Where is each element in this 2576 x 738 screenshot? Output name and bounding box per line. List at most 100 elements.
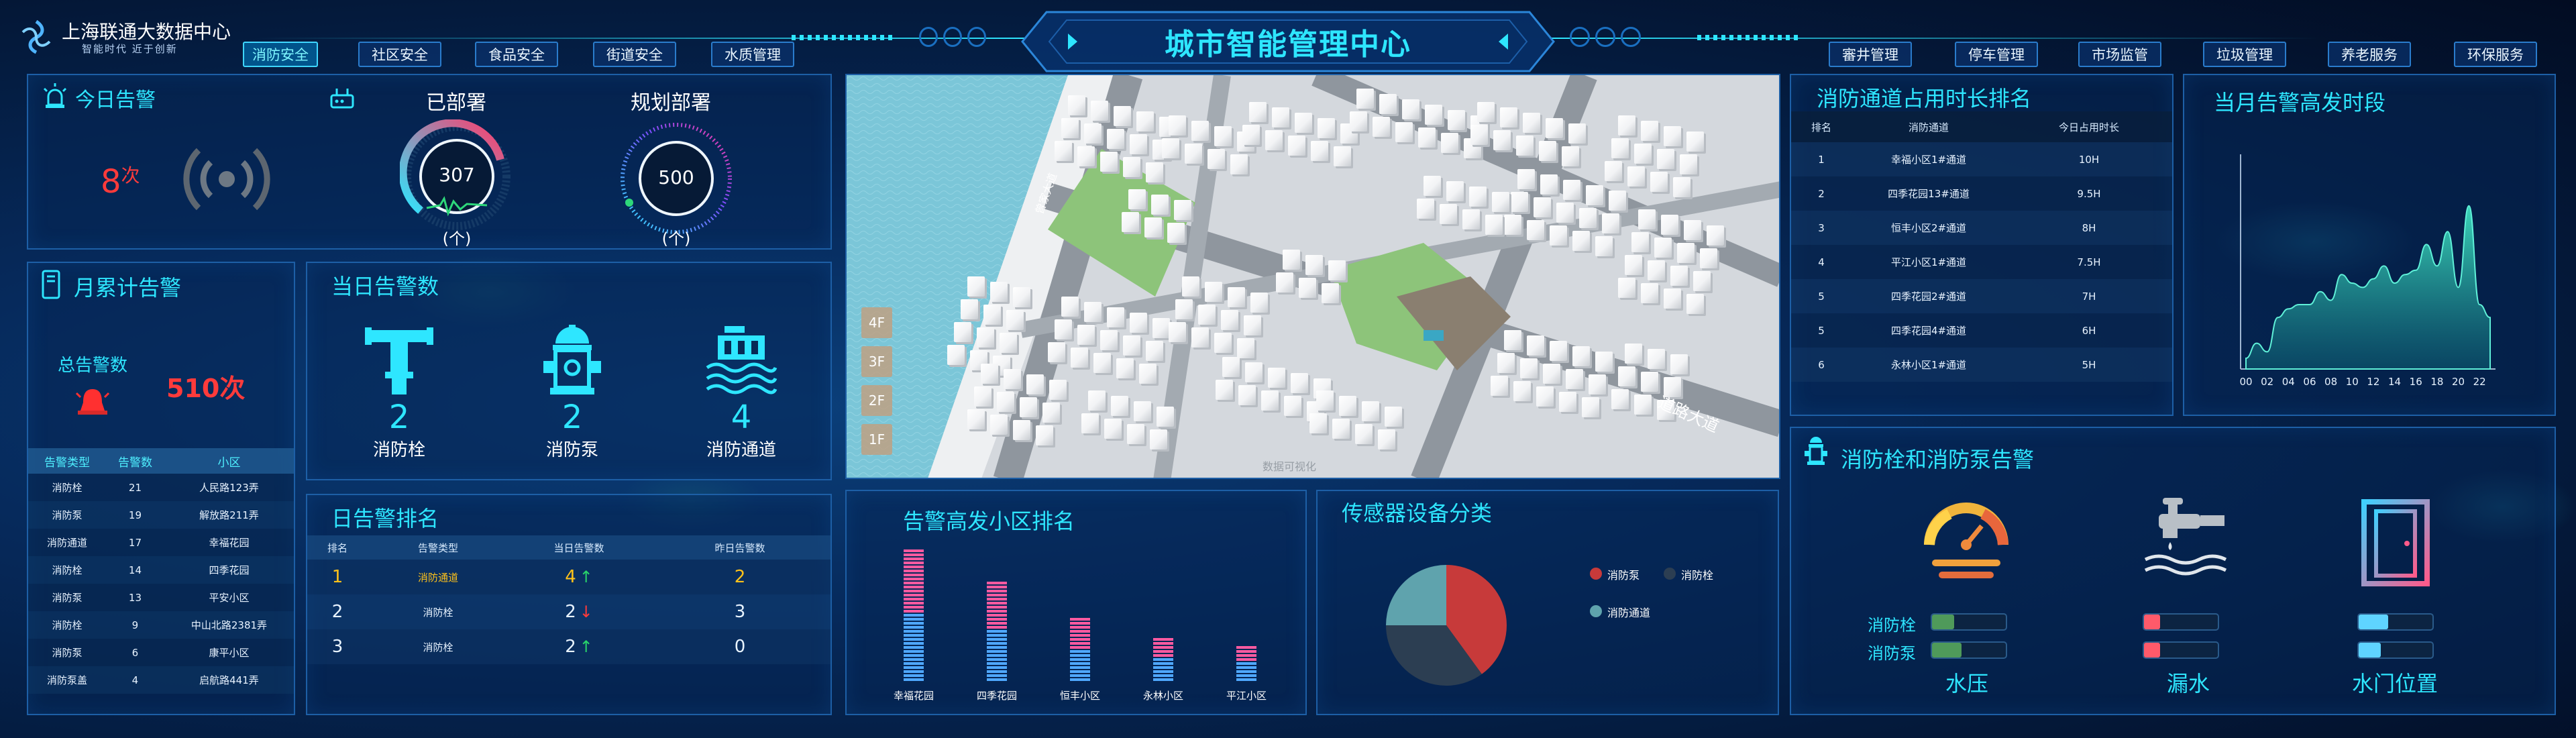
- building: [1424, 176, 1441, 196]
- table-row[interactable]: 3 恒丰小区2#通道 8H: [1791, 211, 2172, 245]
- building: [1245, 362, 1263, 382]
- hydrant-valve-icon: [365, 327, 433, 394]
- building: [1222, 357, 1240, 377]
- monthly-cell: 消防栓: [52, 619, 83, 631]
- nav-fire-safety[interactable]: 消防安全: [243, 42, 318, 67]
- table-row[interactable]: 消防泵盖 4 启航路441弄: [28, 666, 294, 694]
- monthly-col-area: 小区: [217, 456, 241, 470]
- table-row[interactable]: 消防栓 21 人民路123弄: [28, 474, 294, 501]
- building: [1107, 129, 1124, 149]
- building: [1670, 266, 1688, 286]
- table-row[interactable]: 消防泵 13 平安小区: [28, 584, 294, 611]
- building: [1316, 390, 1334, 411]
- nav-market[interactable]: 市场监管: [2078, 42, 2161, 67]
- bar-segment: [1236, 678, 1256, 681]
- nav-water-quality[interactable]: 水质管理: [711, 42, 794, 67]
- building: [1214, 333, 1232, 353]
- nav-street-safety[interactable]: 街道安全: [593, 42, 676, 67]
- bar[interactable]: [1153, 638, 1173, 681]
- floor-button-4f[interactable]: 4F: [861, 307, 892, 338]
- bar-segment: [1070, 626, 1090, 629]
- bar[interactable]: [1070, 618, 1090, 681]
- building: [1469, 187, 1487, 207]
- bar[interactable]: [1236, 646, 1256, 681]
- building: [1169, 322, 1186, 342]
- table-row[interactable]: 消防泵 6 康平小区: [28, 639, 294, 666]
- building: [1288, 136, 1305, 156]
- table-row[interactable]: 5 四季花园4#通道 6H: [1791, 313, 2172, 348]
- building: [1216, 380, 1233, 400]
- nav-food-safety[interactable]: 食品安全: [475, 42, 558, 67]
- building: [1448, 110, 1465, 130]
- table-row[interactable]: 消防栓 14 四季花园: [28, 556, 294, 584]
- table-row[interactable]: 消防泵 19 解放路211弄: [28, 501, 294, 529]
- building: [1013, 287, 1030, 307]
- bar[interactable]: [904, 549, 924, 681]
- bar-segment: [1153, 670, 1173, 673]
- table-row[interactable]: 6 永林小区1#通道 5H: [1791, 348, 2172, 382]
- building: [1395, 122, 1413, 142]
- bar-segment: [1236, 674, 1256, 677]
- bar-segment: [904, 598, 924, 600]
- area-series[interactable]: [2245, 205, 2491, 370]
- monthly-cell: 消防泵盖: [46, 674, 87, 686]
- building: [1214, 126, 1232, 146]
- floor-button-2f[interactable]: 2F: [861, 385, 892, 416]
- table-row[interactable]: 消防通道 17 幸福花园: [28, 529, 294, 556]
- channel-cell: 7.5H: [2077, 256, 2101, 268]
- bar-segment: [904, 582, 924, 584]
- nav-garbage[interactable]: 垃圾管理: [2203, 42, 2286, 67]
- bar-segment: [904, 602, 924, 604]
- building: [967, 276, 985, 297]
- table-row[interactable]: 2 消防栓 2 ↓ 3: [307, 594, 830, 629]
- bar-segment: [904, 678, 924, 681]
- channel-cell: 平江小区1#通道: [1890, 256, 1967, 268]
- building: [1356, 89, 1374, 109]
- nav-parking[interactable]: 停车管理: [1955, 42, 2038, 67]
- table-row[interactable]: 1 消防通道 4 ↑ 2: [307, 560, 830, 594]
- building: [1470, 125, 1488, 145]
- building: [1238, 385, 1256, 405]
- building: [1684, 220, 1701, 240]
- monthly-col-count: 告警数: [117, 456, 152, 470]
- building: [1185, 144, 1202, 164]
- building: [1362, 401, 1379, 421]
- pressure-label: 水压: [1945, 671, 1988, 696]
- header-circles-left: [919, 27, 986, 50]
- nav-manhole[interactable]: 審井管理: [1829, 42, 1912, 67]
- floor-button-1f[interactable]: 1F: [861, 424, 892, 455]
- building: [981, 364, 998, 384]
- bar-segment: [1070, 658, 1090, 661]
- nav-elderly[interactable]: 养老服务: [2328, 42, 2411, 67]
- floor-button-3f[interactable]: 3F: [861, 346, 892, 377]
- table-row[interactable]: 1 幸福小区1#通道 10H: [1791, 142, 2172, 176]
- city-map[interactable]: 曾家大道 道路大道 数据可视化 4F 3F 2F 1F: [845, 74, 1780, 479]
- building: [1373, 117, 1390, 137]
- building: [1295, 113, 1312, 133]
- building: [1631, 232, 1649, 252]
- pie-slice[interactable]: [1386, 565, 1446, 625]
- table-row[interactable]: 消防栓 9 中山北路2381弄: [28, 611, 294, 639]
- building: [1244, 315, 1261, 335]
- legend-dot-channel: [1590, 605, 1602, 617]
- table-row[interactable]: 2 四季花园13#通道 9.5H: [1791, 176, 2172, 211]
- channel-col-duration: 今日占用时长: [2058, 121, 2119, 134]
- table-row[interactable]: 5 四季花园2#通道 7H: [1791, 279, 2172, 313]
- building: [1579, 208, 1597, 228]
- nav-environment[interactable]: 环保服务: [2454, 42, 2537, 67]
- type-cell: 消防栓: [423, 606, 453, 619]
- building: [1013, 420, 1030, 440]
- bar-segment: [1070, 638, 1090, 641]
- table-row[interactable]: 3 消防栓 2 ↑ 0: [307, 629, 830, 664]
- nav-community-safety[interactable]: 社区安全: [358, 42, 441, 67]
- building: [1527, 335, 1544, 356]
- type-cell: 消防栓: [423, 641, 453, 653]
- table-row[interactable]: 4 平江小区1#通道 7.5H: [1791, 245, 2172, 279]
- building: [1440, 204, 1457, 224]
- monthly-col-type: 告警类型: [44, 456, 90, 470]
- monthly-cell: 消防泵: [52, 509, 83, 521]
- monthly-total-label: 总告警数: [58, 356, 128, 376]
- bar[interactable]: [987, 582, 1007, 681]
- building: [1249, 102, 1267, 122]
- bar-segment: [1070, 630, 1090, 633]
